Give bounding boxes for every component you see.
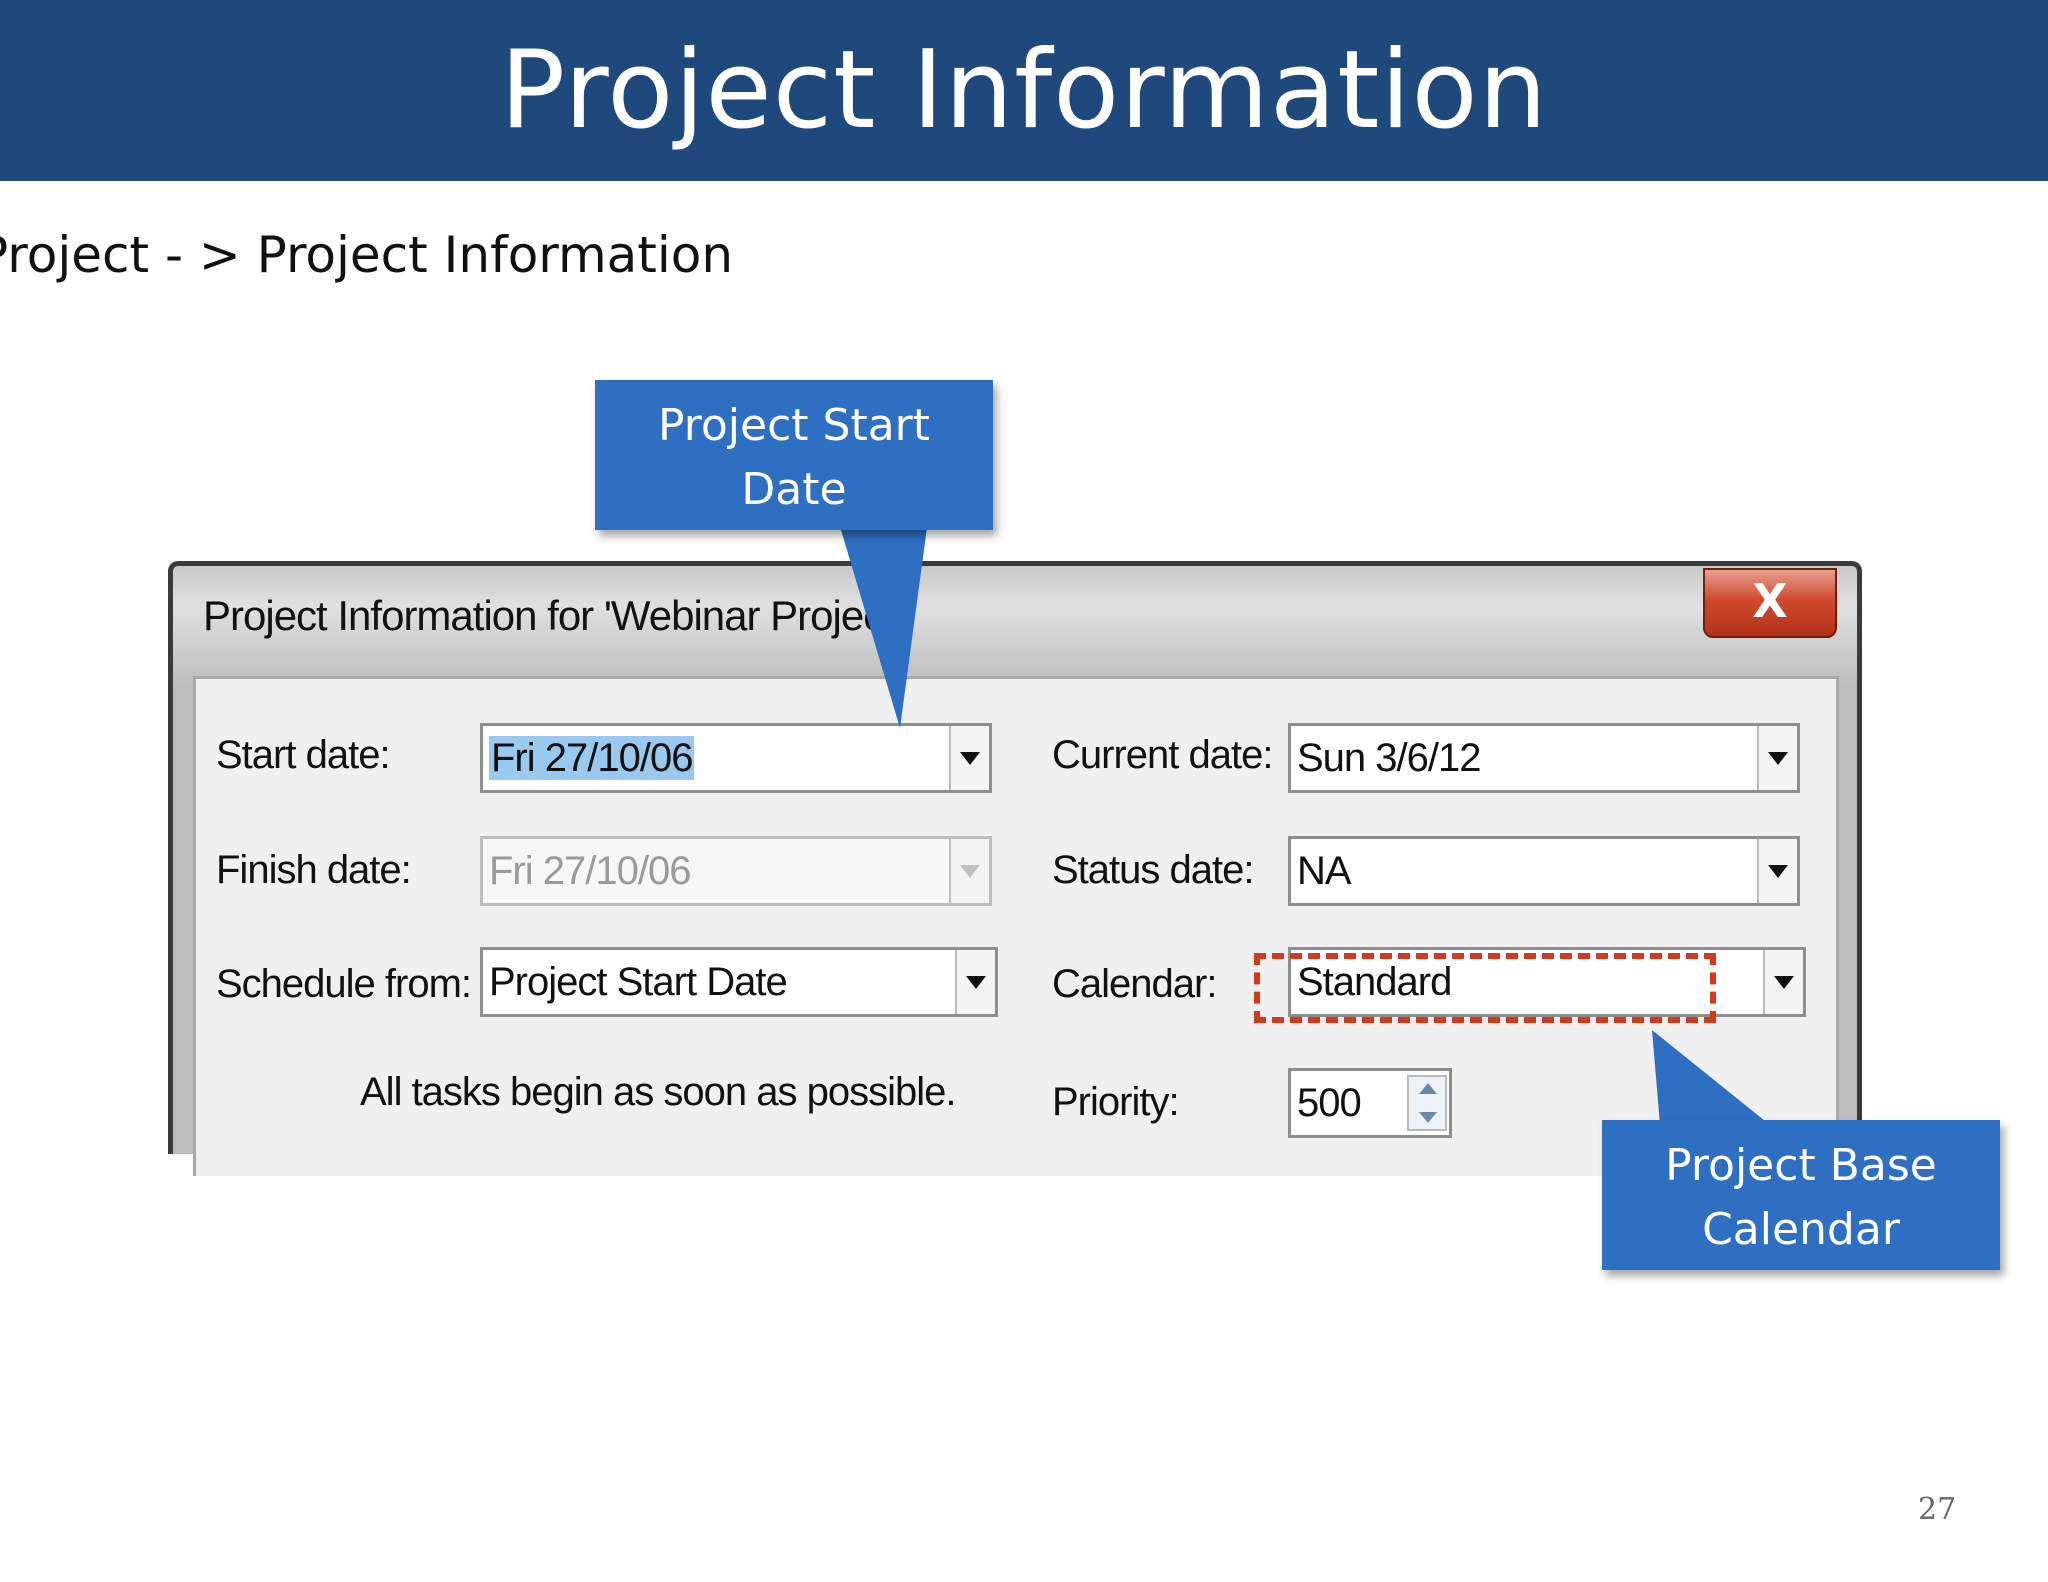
start-date-callout-line1: Project Start [657, 400, 930, 451]
start-date-callout-pointer [838, 520, 928, 728]
start-date-callout-line2: Date [741, 464, 847, 515]
page-number: 27 [1918, 1492, 1957, 1527]
start-date-callout: Project Start Date [595, 380, 993, 530]
callout-pointers [838, 520, 1770, 1125]
base-calendar-callout: Project Base Calendar [1602, 1120, 2000, 1270]
base-calendar-callout-line2: Calendar [1702, 1204, 1900, 1255]
base-calendar-callout-pointer [1652, 1030, 1770, 1125]
base-calendar-callout-line1: Project Base [1665, 1140, 1937, 1191]
